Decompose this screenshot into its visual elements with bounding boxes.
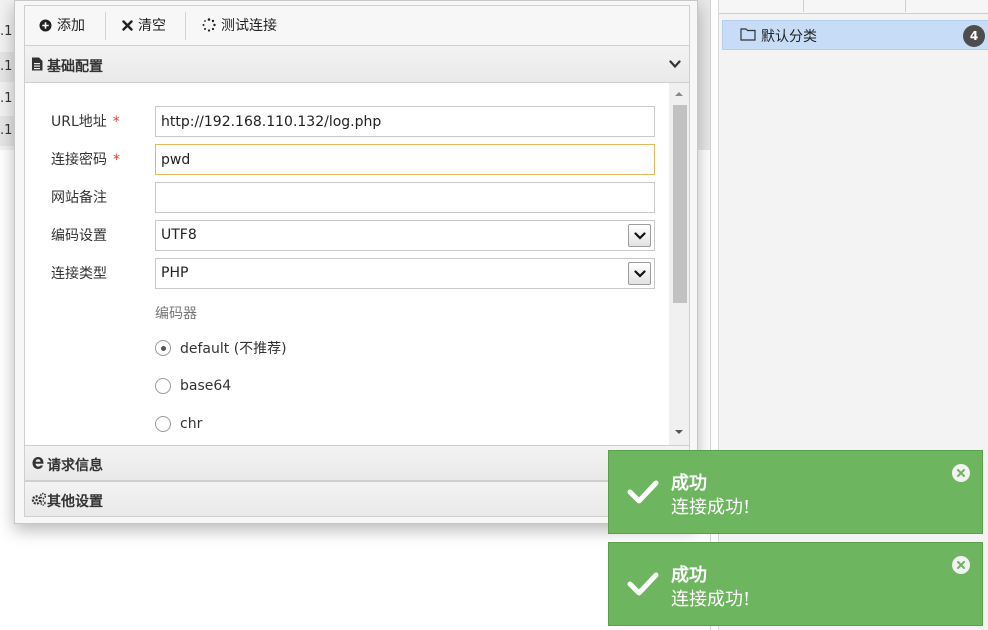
toast-message: 连接成功!: [671, 497, 751, 518]
basic-config-panel: URL地址* 连接密码* 网站备注 编码设置 UTF8 连接类型 PHP: [24, 83, 690, 445]
radio-button[interactable]: [155, 378, 171, 394]
document-icon: [32, 57, 43, 71]
clear-button-label: 清空: [138, 18, 166, 34]
scroll-up-icon[interactable]: [674, 89, 684, 99]
category-toolbar: [719, 0, 988, 14]
edit-shell-dialog: 添加 清空 测试连接 基础配置 URL地址 * http://192.168.1…: [14, 0, 698, 524]
background-scrollbar[interactable]: [698, 0, 710, 150]
radio-button[interactable]: [155, 340, 171, 356]
encoder-option-chr[interactable]: chr: [155, 414, 202, 434]
encoding-select-value: UTF8: [161, 227, 197, 243]
note-label: 网站备注: [51, 190, 107, 206]
success-toast[interactable]: 成功 连接成功!: [608, 542, 983, 626]
category-panel: 默认分类 4: [718, 0, 988, 630]
radio-button[interactable]: [155, 416, 171, 432]
dialog-toolbar: 添加 清空 测试连接: [24, 5, 690, 45]
chevron-down-icon[interactable]: [669, 60, 681, 69]
toast-close-button[interactable]: [952, 556, 970, 574]
toast-message: 连接成功!: [671, 589, 751, 610]
scroll-down-icon[interactable]: [674, 427, 684, 437]
pane-divider[interactable]: [710, 0, 711, 630]
section-title: 请求信息: [47, 458, 103, 474]
encoder-option-label: base64: [180, 378, 232, 394]
spinner-icon: [202, 18, 216, 32]
close-icon: [957, 561, 965, 569]
encoder-option-base64[interactable]: base64: [155, 376, 231, 396]
encoder-option-label: chr: [180, 416, 203, 432]
url-label: URL地址 *: [51, 114, 120, 130]
folder-icon: [740, 28, 756, 41]
category-item-default[interactable]: 默认分类 4: [722, 20, 988, 50]
check-icon: [627, 572, 659, 596]
check-icon: [627, 480, 659, 504]
toast-title: 成功: [671, 565, 707, 586]
connection-type-select[interactable]: PHP: [155, 258, 655, 289]
toast-close-button[interactable]: [952, 464, 970, 482]
encoding-label: 编码设置: [51, 228, 107, 244]
toolbar-separator: [905, 0, 906, 12]
add-button-label: 添加: [57, 18, 85, 34]
password-label: 连接密码 *: [51, 152, 120, 168]
section-request-info-header[interactable]: 请求信息: [24, 445, 690, 481]
test-connection-button[interactable]: 测试连接: [202, 15, 277, 35]
password-input[interactable]: [155, 144, 655, 175]
gears-icon: [31, 492, 47, 506]
success-toast[interactable]: 成功 连接成功!: [608, 450, 983, 534]
browser-e-icon: [32, 457, 44, 469]
dropdown-button[interactable]: [628, 262, 651, 285]
toolbar-separator: [803, 0, 804, 12]
category-item-label: 默认分类: [761, 29, 817, 45]
toast-title: 成功: [671, 473, 707, 494]
toolbar-separator: [185, 12, 186, 40]
encoding-select[interactable]: UTF8: [155, 220, 655, 251]
test-connection-label: 测试连接: [221, 18, 277, 34]
note-input[interactable]: [155, 182, 655, 213]
connection-type-label: 连接类型: [51, 266, 107, 282]
encoder-option-label: default (不推荐): [180, 341, 287, 357]
scrollbar-thumb[interactable]: [673, 105, 687, 303]
toolbar-separator: [105, 12, 106, 40]
url-input[interactable]: [155, 106, 655, 137]
section-title: 基础配置: [47, 59, 103, 75]
connection-type-value: PHP: [161, 265, 189, 281]
close-icon: [957, 469, 965, 477]
plus-circle-icon: [39, 19, 52, 31]
section-title: 其他设置: [47, 494, 103, 510]
list-item[interactable]: .1: [0, 116, 14, 146]
vertical-scrollbar[interactable]: [669, 83, 689, 445]
background-list: .1 .1 .1 .1: [0, 0, 14, 150]
required-marker: *: [112, 114, 120, 130]
section-basic-config-header[interactable]: 基础配置: [24, 45, 690, 83]
chevron-down-icon: [633, 269, 646, 278]
encoder-option-default[interactable]: default (不推荐): [155, 338, 287, 358]
section-other-settings-header[interactable]: 其他设置: [24, 481, 690, 517]
clear-button[interactable]: 清空: [122, 15, 166, 35]
required-marker: *: [113, 152, 120, 168]
list-item[interactable]: .1: [0, 52, 14, 82]
dropdown-button[interactable]: [628, 224, 651, 247]
list-item[interactable]: .1: [0, 17, 14, 47]
encoder-label: 编码器: [155, 306, 197, 322]
close-icon: [122, 19, 133, 31]
app-window: .1 .1 .1 .1 默认分类 4 添加 清空 测试连接 基础配置 URL地址…: [0, 0, 988, 630]
list-item[interactable]: .1: [0, 84, 14, 114]
chevron-down-icon: [633, 231, 646, 240]
add-button[interactable]: 添加: [39, 15, 85, 35]
count-badge: 4: [963, 25, 985, 47]
